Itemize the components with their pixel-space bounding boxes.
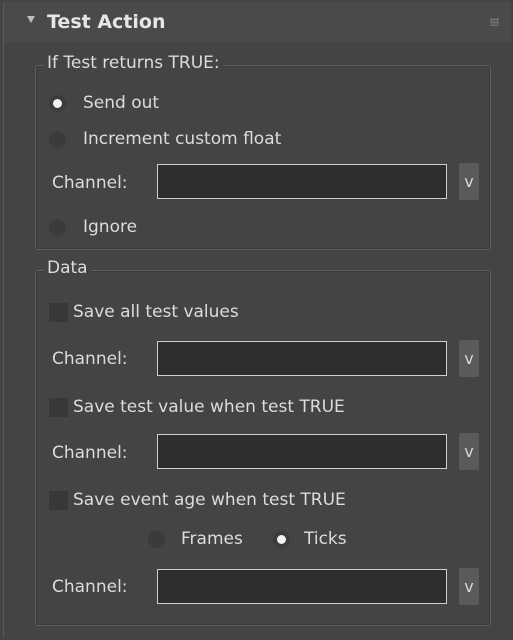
channel-picker-button[interactable]: v bbox=[459, 163, 479, 200]
rollout-title: Test Action bbox=[47, 11, 166, 33]
save-event-age-true-checkbox[interactable]: Save event age when test TRUE bbox=[49, 490, 346, 510]
checkbox[interactable] bbox=[49, 490, 68, 510]
radio-button[interactable] bbox=[49, 130, 66, 148]
channel-label: Channel: bbox=[52, 173, 128, 193]
checkbox-label: Save all test values bbox=[73, 302, 239, 322]
channel-input[interactable] bbox=[157, 434, 447, 469]
radio-label: Ignore bbox=[83, 217, 138, 237]
channel-picker-button[interactable]: v bbox=[459, 568, 479, 605]
radio-label: Frames bbox=[181, 529, 243, 549]
checkbox[interactable] bbox=[49, 302, 68, 322]
data-group: Data Save all test values Channel: v Sav… bbox=[35, 258, 491, 626]
group-title: If Test returns TRUE: bbox=[44, 53, 223, 73]
checkbox-label: Save event age when test TRUE bbox=[73, 490, 346, 510]
radio-button[interactable] bbox=[273, 530, 290, 548]
channel-label: Channel: bbox=[52, 443, 128, 463]
radio-frames[interactable]: Frames bbox=[148, 529, 243, 549]
radio-ignore[interactable]: Ignore bbox=[49, 217, 137, 237]
channel-picker-button[interactable]: v bbox=[459, 433, 479, 470]
radio-label: Increment custom float bbox=[83, 129, 282, 149]
test-true-group: If Test returns TRUE: Send out Increment… bbox=[35, 53, 491, 250]
collapse-arrow-icon[interactable] bbox=[27, 16, 35, 23]
checkbox[interactable] bbox=[49, 397, 68, 417]
radio-label: Send out bbox=[83, 93, 160, 113]
save-test-value-true-checkbox[interactable]: Save test value when test TRUE bbox=[49, 397, 345, 417]
drag-grip-icon[interactable] bbox=[490, 18, 499, 26]
radio-increment-custom-float[interactable]: Increment custom float bbox=[49, 129, 281, 149]
channel-input[interactable] bbox=[157, 341, 447, 376]
channel-picker-button[interactable]: v bbox=[459, 340, 479, 377]
test-action-rollout: Test Action If Test returns TRUE: Send o… bbox=[3, 2, 511, 638]
channel-label: Channel: bbox=[52, 349, 128, 369]
channel-label: Channel: bbox=[52, 577, 128, 597]
channel-input[interactable] bbox=[157, 569, 447, 604]
group-title: Data bbox=[44, 258, 91, 278]
radio-label: Ticks bbox=[304, 529, 347, 549]
radio-button[interactable] bbox=[148, 530, 165, 548]
radio-ticks[interactable]: Ticks bbox=[273, 529, 347, 549]
rollout-header[interactable]: Test Action bbox=[4, 2, 511, 42]
checkbox-label: Save test value when test TRUE bbox=[73, 397, 345, 417]
radio-send-out[interactable]: Send out bbox=[49, 93, 159, 113]
channel-input[interactable] bbox=[157, 164, 447, 199]
radio-button[interactable] bbox=[49, 94, 66, 112]
radio-button[interactable] bbox=[49, 218, 66, 236]
save-all-test-values-checkbox[interactable]: Save all test values bbox=[49, 302, 239, 322]
